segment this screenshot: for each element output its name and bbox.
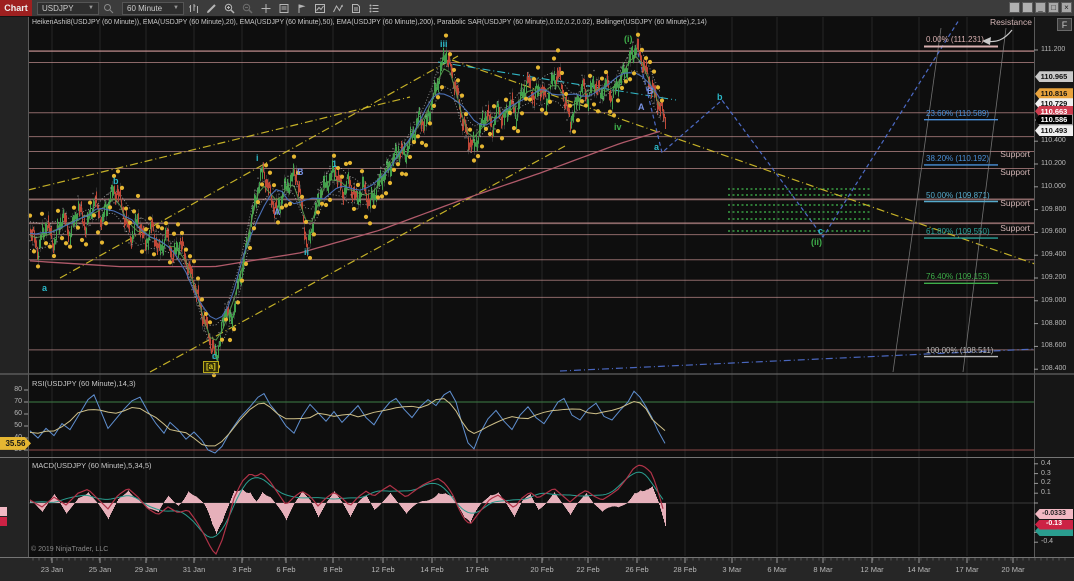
chevron-down-icon: ▼ xyxy=(173,5,179,11)
fib-label[interactable]: 0.00% (111.231) xyxy=(926,35,984,45)
instrument-selector[interactable]: USDJPY ▼ xyxy=(37,2,99,15)
alert-flag-icon[interactable] xyxy=(293,1,310,15)
support-label[interactable]: Support xyxy=(958,149,1030,159)
support-label[interactable]: Support xyxy=(958,167,1030,177)
interval-value: 60 Minute xyxy=(127,4,162,13)
chart-window: HeikenAshi8(USDJPY (60 Minute)), EMA(USD… xyxy=(0,0,1074,581)
wave-label[interactable]: A xyxy=(274,207,281,218)
wave-label[interactable]: c xyxy=(818,226,823,237)
wave-label[interactable]: iv xyxy=(614,122,622,133)
resistance-label[interactable]: Resistance xyxy=(950,17,1032,27)
indicator-label: HeikenAshi8(USDJPY (60 Minute)), EMA(USD… xyxy=(32,19,707,26)
rsi-tick: 80 xyxy=(2,386,22,394)
rsi-marker: 35.56 xyxy=(0,437,31,450)
rsi-panel-splitter[interactable] xyxy=(0,372,1074,377)
macd-indicator-label: MACD(USDJPY (60 Minute),5,34,5) xyxy=(32,461,151,470)
wave-label[interactable]: [a] xyxy=(203,361,219,373)
wave-label[interactable]: iii xyxy=(440,39,448,50)
wave-label[interactable]: a xyxy=(654,142,659,153)
fib-label[interactable]: 23.60% (110.589) xyxy=(926,109,989,119)
wave-label[interactable]: 1 xyxy=(332,159,337,170)
minimize-button[interactable]: _ xyxy=(1035,2,1046,13)
wave-label[interactable]: b xyxy=(717,92,723,103)
toolbar: Chart USDJPY ▼ 60 Minute ▼ xyxy=(0,0,1074,16)
copyright-text: © 2019 NinjaTrader, LLC xyxy=(31,546,108,553)
price-axis[interactable] xyxy=(1035,17,1074,557)
support-label[interactable]: Support xyxy=(958,198,1030,208)
support-label[interactable]: Support xyxy=(958,223,1030,233)
wave-label[interactable]: A xyxy=(638,102,645,113)
wave-label[interactable]: B xyxy=(297,167,304,178)
chevron-down-icon: ▼ xyxy=(88,5,94,11)
rsi-tick: 50 xyxy=(2,422,22,430)
order-entry-icon[interactable] xyxy=(275,1,292,15)
chart-tab[interactable]: Chart xyxy=(0,0,32,16)
search-icon[interactable] xyxy=(100,1,117,15)
wave-label[interactable]: (ii) xyxy=(811,237,822,248)
zoom-in-icon[interactable] xyxy=(221,1,238,15)
drawing-tools-icon[interactable] xyxy=(329,1,346,15)
fib-label[interactable]: 76.40% (109.153) xyxy=(926,272,990,282)
chart-style-icon[interactable] xyxy=(185,1,202,15)
interval-link-icon[interactable] xyxy=(1022,2,1033,13)
instrument-value: USDJPY xyxy=(42,4,74,13)
interval-selector[interactable]: 60 Minute ▼ xyxy=(122,2,184,15)
close-button[interactable]: × xyxy=(1061,2,1072,13)
rsi-tick: 70 xyxy=(2,398,22,406)
restore-button[interactable]: □ xyxy=(1048,2,1059,13)
rsi-indicator-label: RSI(USDJPY (60 Minute),14,3) xyxy=(32,379,136,388)
zoom-out-icon[interactable] xyxy=(239,1,256,15)
instrument-link-icon[interactable] xyxy=(1009,2,1020,13)
time-axis[interactable] xyxy=(0,558,1074,581)
fib-label[interactable]: 100.00% (108.511) xyxy=(926,346,993,356)
wave-label[interactable]: (i) xyxy=(624,34,633,45)
wave-label[interactable]: ii xyxy=(304,247,309,258)
macd-panel-splitter[interactable] xyxy=(0,455,1074,460)
indicators-icon[interactable] xyxy=(311,1,328,15)
wave-label[interactable]: b xyxy=(113,176,119,187)
data-series-icon[interactable] xyxy=(365,1,382,15)
rsi-tick: 60 xyxy=(2,410,22,418)
wave-label[interactable]: B xyxy=(647,86,654,97)
strategies-icon[interactable] xyxy=(347,1,364,15)
wave-label[interactable]: i xyxy=(256,153,259,164)
draw-pencil-icon[interactable] xyxy=(203,1,220,15)
chart-overlay: HeikenAshi8(USDJPY (60 Minute)), EMA(USD… xyxy=(0,0,1074,581)
crosshair-icon[interactable] xyxy=(257,1,274,15)
wave-label[interactable]: a xyxy=(42,283,47,294)
